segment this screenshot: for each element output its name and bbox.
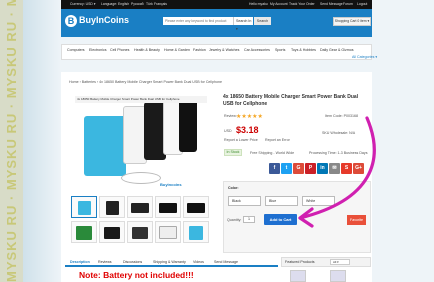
stumble-share-icon[interactable]: S xyxy=(341,163,352,174)
shipping-info: Free Shipping - World Wide xyxy=(250,151,295,155)
featured-filter-select[interactable]: All ▾ xyxy=(330,259,350,265)
nav-daily-gear[interactable]: Daily Gear & Gizmos xyxy=(320,48,354,52)
category-nav: Computers Electronics Cell Phones Health… xyxy=(61,44,377,60)
logo-text: BuyInCoins xyxy=(79,15,130,25)
report-error-link[interactable]: Report an Error xyxy=(265,138,290,142)
nav-home-garden[interactable]: Home & Garden xyxy=(164,48,190,52)
my-account-link[interactable]: My Account xyxy=(270,2,288,6)
tab-videos[interactable]: Videos xyxy=(193,260,204,264)
tab-shipping-warranty[interactable]: Shipping & Warranty xyxy=(153,260,186,264)
thumbnail[interactable] xyxy=(99,196,125,218)
twitter-share-icon[interactable]: t xyxy=(281,163,292,174)
favorite-button[interactable]: Favorite xyxy=(347,215,366,225)
tab-send-message[interactable]: Send Message xyxy=(214,260,238,264)
item-code: Item Code: P003168 xyxy=(325,114,358,118)
main-product-image[interactable] xyxy=(71,94,211,191)
thumbnail[interactable] xyxy=(183,221,209,243)
quantity-label: Quantity: xyxy=(227,218,242,222)
currency-select[interactable]: Currency: USD ▾ xyxy=(70,2,95,6)
featured-product-thumb[interactable] xyxy=(330,270,346,282)
tab-discussions[interactable]: Discussions xyxy=(123,260,142,264)
thumbnail[interactable] xyxy=(71,221,97,243)
color-label: Color: xyxy=(228,186,239,190)
page-gutter xyxy=(23,0,61,282)
nav-jewelry-watches[interactable]: Jewelry & Watches xyxy=(209,48,239,52)
thumbnail[interactable] xyxy=(71,196,97,218)
search-input[interactable] xyxy=(163,17,233,25)
thumbnail[interactable] xyxy=(99,221,125,243)
nav-cell-phones[interactable]: Cell Phones xyxy=(110,48,129,52)
quantity-input[interactable]: 1 xyxy=(243,216,255,223)
image-watermark-logo: Buyincoins xyxy=(160,182,182,187)
processing-time: Processing Time: 1-3 Business Days xyxy=(309,151,368,155)
search-button[interactable]: Search xyxy=(254,17,271,25)
lang-russian[interactable]: Pусский xyxy=(131,2,144,6)
nav-sports[interactable]: Sports xyxy=(275,48,285,52)
search-scope-select[interactable]: Search In ▾ xyxy=(233,17,253,31)
nav-all-categories[interactable]: All Categories ▾ xyxy=(352,55,377,59)
nav-car-accessories[interactable]: Car Accessories xyxy=(244,48,270,52)
linkedin-share-icon[interactable]: in xyxy=(317,163,328,174)
image-caption: 4x 18650 Battery Mobile Charger Smart Po… xyxy=(75,96,207,103)
send-message-link[interactable]: Send Message xyxy=(320,2,343,6)
email-share-icon[interactable]: ✉ xyxy=(329,163,340,174)
review-label: Review: xyxy=(224,114,237,118)
product-price: $3.18 xyxy=(236,125,259,135)
forum-link[interactable]: Forum xyxy=(343,2,353,6)
pinterest-share-icon[interactable]: P xyxy=(305,163,316,174)
wholesale-info: SKU Wholesale: N/A xyxy=(322,131,356,135)
googleplus-share-icon[interactable]: G+ xyxy=(353,163,364,174)
hello-user[interactable]: Hello myaku xyxy=(249,2,268,6)
language-select[interactable]: Language: English xyxy=(101,2,129,6)
thumbnail[interactable] xyxy=(155,221,181,243)
color-option-white[interactable]: White xyxy=(302,196,335,206)
breadcrumb[interactable]: Home › Batteries › 4x 18650 Battery Mobi… xyxy=(69,80,222,84)
rating-stars[interactable]: ★★★★★ xyxy=(236,113,263,120)
logout-link[interactable]: Logout xyxy=(357,2,367,6)
lang-french[interactable]: Français xyxy=(154,2,167,6)
thumbnail[interactable] xyxy=(155,196,181,218)
color-option-black[interactable]: Black xyxy=(228,196,261,206)
add-to-cart-button[interactable]: Add to Cart xyxy=(264,214,297,225)
nav-computers[interactable]: Computers xyxy=(67,48,85,52)
battery-note: Note: Battery not included!!! xyxy=(79,270,194,280)
thumbnail[interactable] xyxy=(127,196,153,218)
thumbnail[interactable] xyxy=(127,221,153,243)
track-order-link[interactable]: Track Your Order xyxy=(289,2,315,6)
color-option-blue[interactable]: Blue xyxy=(265,196,298,206)
shopping-cart-button[interactable]: Shopping Cart 0 item ▾ xyxy=(333,17,371,26)
nav-health-beauty[interactable]: Health & Beauty xyxy=(134,48,160,52)
logo-icon: B xyxy=(65,15,77,27)
nav-toys-hobbies[interactable]: Toys & Hobbies xyxy=(291,48,316,52)
product-tabs: Description Reviews Discussions Shipping… xyxy=(65,257,278,267)
nav-electronics[interactable]: Electronics xyxy=(89,48,107,52)
tab-description[interactable]: Description xyxy=(70,260,90,264)
watermark-band: MYSKU RU · MYSKU RU · MYSKU RU · MYSKU xyxy=(0,0,23,282)
thumbnail[interactable] xyxy=(183,196,209,218)
featured-product-thumb[interactable] xyxy=(290,270,306,282)
product-title: 4x 18650 Battery Mobile Charger Smart Po… xyxy=(223,94,359,107)
google-share-icon[interactable]: G xyxy=(293,163,304,174)
top-bar: Currency: USD ▾ Language: English Pусски… xyxy=(61,0,372,9)
in-stock-badge: In Stock xyxy=(224,149,242,156)
nav-fashion[interactable]: Fashion xyxy=(193,48,206,52)
tab-reviews[interactable]: Reviews xyxy=(98,260,112,264)
lang-turkish[interactable]: Türk xyxy=(146,2,153,6)
facebook-share-icon[interactable]: f xyxy=(269,163,280,174)
site-logo[interactable]: B BuyInCoins xyxy=(65,14,131,28)
watermark-text: MYSKU RU · MYSKU RU · MYSKU RU · MYSKU xyxy=(4,0,19,282)
price-currency: USD xyxy=(224,129,232,133)
report-lower-price-link[interactable]: Report a Lower Price xyxy=(224,138,258,142)
featured-products-header: Featured Products xyxy=(281,257,371,267)
